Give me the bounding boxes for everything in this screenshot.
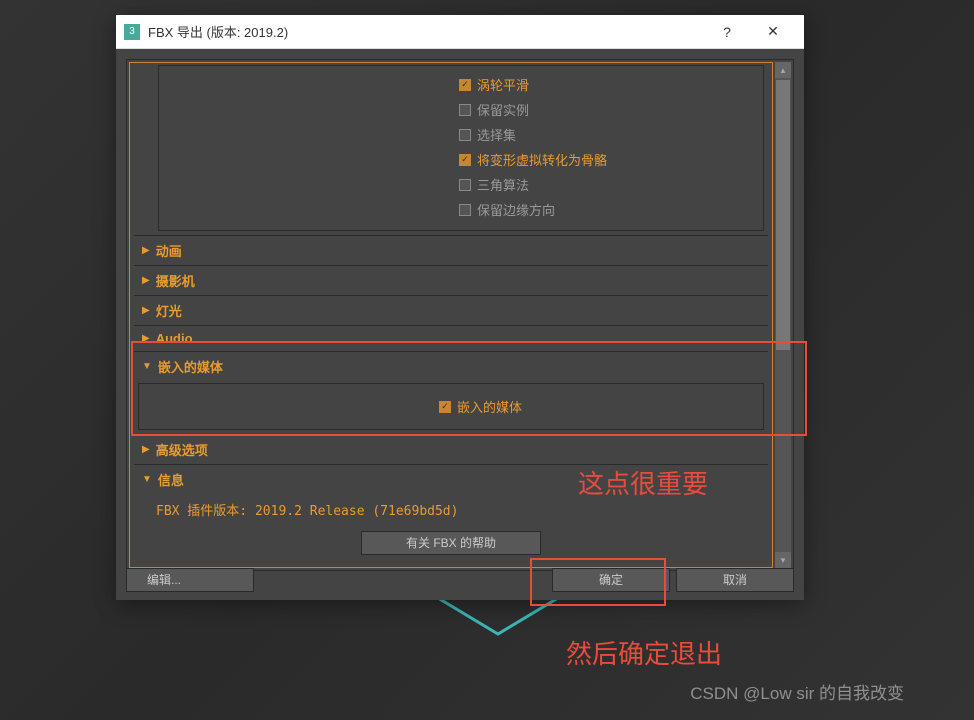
opt-keep-instances[interactable]: 保留实例 xyxy=(159,97,763,122)
section-label: 嵌入的媒体 xyxy=(158,357,223,376)
fbx-export-dialog: 3 FBX 导出 (版本: 2019.2) ? ✕ 涡轮平滑 保留实例 xyxy=(116,15,804,600)
opt-preserve-edge[interactable]: 保留边缘方向 xyxy=(159,197,763,222)
scroll-down-icon[interactable]: ▾ xyxy=(775,552,791,568)
edit-button[interactable]: 编辑... xyxy=(126,568,254,592)
section-light[interactable]: ▶ 灯光 xyxy=(134,295,768,325)
opt-label: 涡轮平滑 xyxy=(477,75,529,94)
checkbox-icon[interactable] xyxy=(459,154,471,166)
geometry-options: 涡轮平滑 保留实例 选择集 将变形虚拟转化为骨骼 xyxy=(158,65,764,231)
chevron-down-icon: ▼ xyxy=(142,474,152,485)
plugin-version: FBX 插件版本: 2019.2 Release (71e69bd5d) xyxy=(138,498,764,521)
titlebar: 3 FBX 导出 (版本: 2019.2) ? ✕ xyxy=(116,15,804,49)
info-panel: FBX 插件版本: 2019.2 Release (71e69bd5d) 有关 … xyxy=(138,498,764,555)
section-label: 高级选项 xyxy=(156,440,208,459)
chevron-right-icon: ▶ xyxy=(142,275,150,286)
section-label: Audio xyxy=(156,331,193,346)
chevron-right-icon: ▶ xyxy=(142,333,150,344)
fbx-help-button[interactable]: 有关 FBX 的帮助 xyxy=(361,531,541,555)
opt-label: 嵌入的媒体 xyxy=(457,397,522,416)
opt-label: 保留实例 xyxy=(477,100,529,119)
section-label: 动画 xyxy=(156,241,182,260)
chevron-down-icon: ▼ xyxy=(142,361,152,372)
opt-deform-to-bones[interactable]: 将变形虚拟转化为骨骼 xyxy=(159,147,763,172)
help-button[interactable]: ? xyxy=(704,16,750,48)
opt-label: 选择集 xyxy=(477,125,516,144)
scrollbar[interactable]: ▴ ▾ xyxy=(775,62,791,568)
scroll-up-icon[interactable]: ▴ xyxy=(775,62,791,78)
checkbox-icon[interactable] xyxy=(459,104,471,116)
watermark: CSDN @Low sir 的自我改变 xyxy=(690,679,904,704)
checkbox-icon[interactable] xyxy=(459,79,471,91)
opt-embed-media[interactable]: 嵌入的媒体 xyxy=(139,394,763,419)
section-camera[interactable]: ▶ 摄影机 xyxy=(134,265,768,295)
window-title: FBX 导出 (版本: 2019.2) xyxy=(148,22,704,41)
chevron-right-icon: ▶ xyxy=(142,305,150,316)
section-animation[interactable]: ▶ 动画 xyxy=(134,235,768,265)
close-button[interactable]: ✕ xyxy=(750,16,796,48)
viewport-object xyxy=(438,598,558,636)
section-label: 摄影机 xyxy=(156,271,195,290)
checkbox-icon[interactable] xyxy=(459,204,471,216)
section-label: 灯光 xyxy=(156,301,182,320)
chevron-right-icon: ▶ xyxy=(142,444,150,455)
ok-button[interactable]: 确定 xyxy=(552,568,670,592)
section-embed-media[interactable]: ▼ 嵌入的媒体 xyxy=(134,351,768,381)
opt-label: 保留边缘方向 xyxy=(477,200,555,219)
embed-media-panel: 嵌入的媒体 xyxy=(138,383,764,430)
opt-selection-sets[interactable]: 选择集 xyxy=(159,122,763,147)
checkbox-icon[interactable] xyxy=(459,129,471,141)
section-audio[interactable]: ▶ Audio xyxy=(134,325,768,351)
opt-turbo-smooth[interactable]: 涡轮平滑 xyxy=(159,72,763,97)
checkbox-icon[interactable] xyxy=(439,401,451,413)
app-icon: 3 xyxy=(124,24,140,40)
scrollbar-thumb[interactable] xyxy=(776,80,790,350)
opt-label: 三角算法 xyxy=(477,175,529,194)
section-advanced[interactable]: ▶ 高级选项 xyxy=(134,434,768,464)
options-scroll: 涡轮平滑 保留实例 选择集 将变形虚拟转化为骨骼 xyxy=(129,62,773,568)
section-label: 信息 xyxy=(158,470,184,489)
opt-triangulate[interactable]: 三角算法 xyxy=(159,172,763,197)
checkbox-icon[interactable] xyxy=(459,179,471,191)
opt-label: 将变形虚拟转化为骨骼 xyxy=(477,150,607,169)
chevron-right-icon: ▶ xyxy=(142,245,150,256)
section-info[interactable]: ▼ 信息 xyxy=(134,464,768,494)
cancel-button[interactable]: 取消 xyxy=(676,568,794,592)
